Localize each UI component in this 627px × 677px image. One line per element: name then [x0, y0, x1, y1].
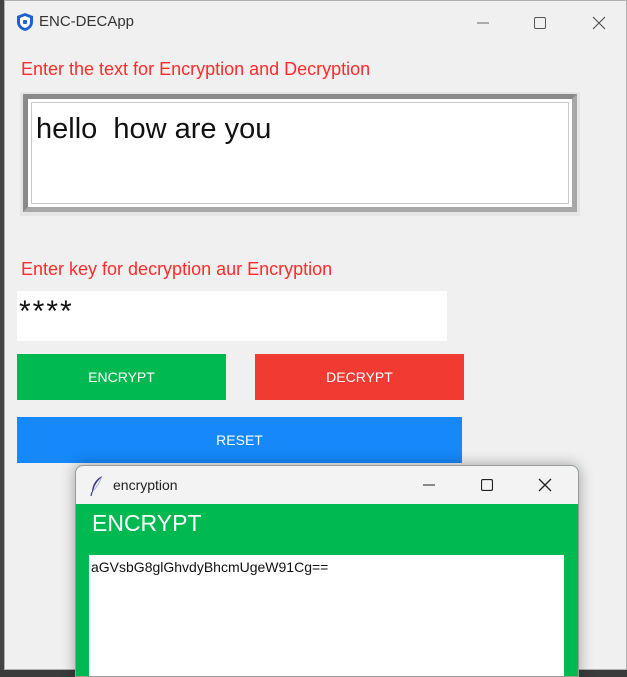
popup-window-title: encryption	[113, 477, 178, 493]
decrypt-button[interactable]: DECRYPT	[255, 354, 464, 400]
popup-minimize-button[interactable]	[406, 469, 452, 501]
encrypted-output[interactable]: aGVsbG8glGhvdyBhcmUgeW91Cg==	[89, 555, 564, 676]
encrypt-button[interactable]: ENCRYPT	[17, 354, 226, 400]
text-area-frame: hello how are you	[20, 92, 580, 216]
popup-heading: ENCRYPT	[92, 510, 202, 536]
window-title: ENC-DECApp	[39, 13, 135, 30]
maximize-button[interactable]	[517, 7, 563, 39]
minimize-icon	[423, 484, 435, 486]
feather-icon	[90, 476, 103, 496]
encryption-popup: encryption ENCRYPT aGVsbG8glGhvdyBhcmUge…	[75, 465, 579, 677]
popup-title-bar[interactable]: encryption	[76, 466, 578, 504]
text-input[interactable]: hello how are you	[31, 102, 569, 204]
reset-button[interactable]: RESET	[17, 417, 462, 463]
title-bar[interactable]: ENC-DECApp	[5, 1, 626, 43]
popup-close-button[interactable]	[522, 469, 568, 501]
close-icon	[592, 16, 606, 30]
minimize-icon	[477, 22, 489, 24]
popup-maximize-button[interactable]	[464, 469, 510, 501]
maximize-icon	[481, 479, 493, 491]
minimize-button[interactable]	[460, 7, 506, 39]
key-label: Enter key for decryption aur Encryption	[21, 259, 333, 279]
maximize-icon	[534, 17, 546, 29]
text-area-border: hello how are you	[23, 94, 577, 212]
close-button[interactable]	[576, 7, 622, 39]
key-input[interactable]: ****	[17, 291, 447, 341]
close-icon	[538, 478, 552, 492]
shield-icon	[17, 13, 33, 31]
text-label: Enter the text for Encryption and Decryp…	[21, 59, 371, 79]
